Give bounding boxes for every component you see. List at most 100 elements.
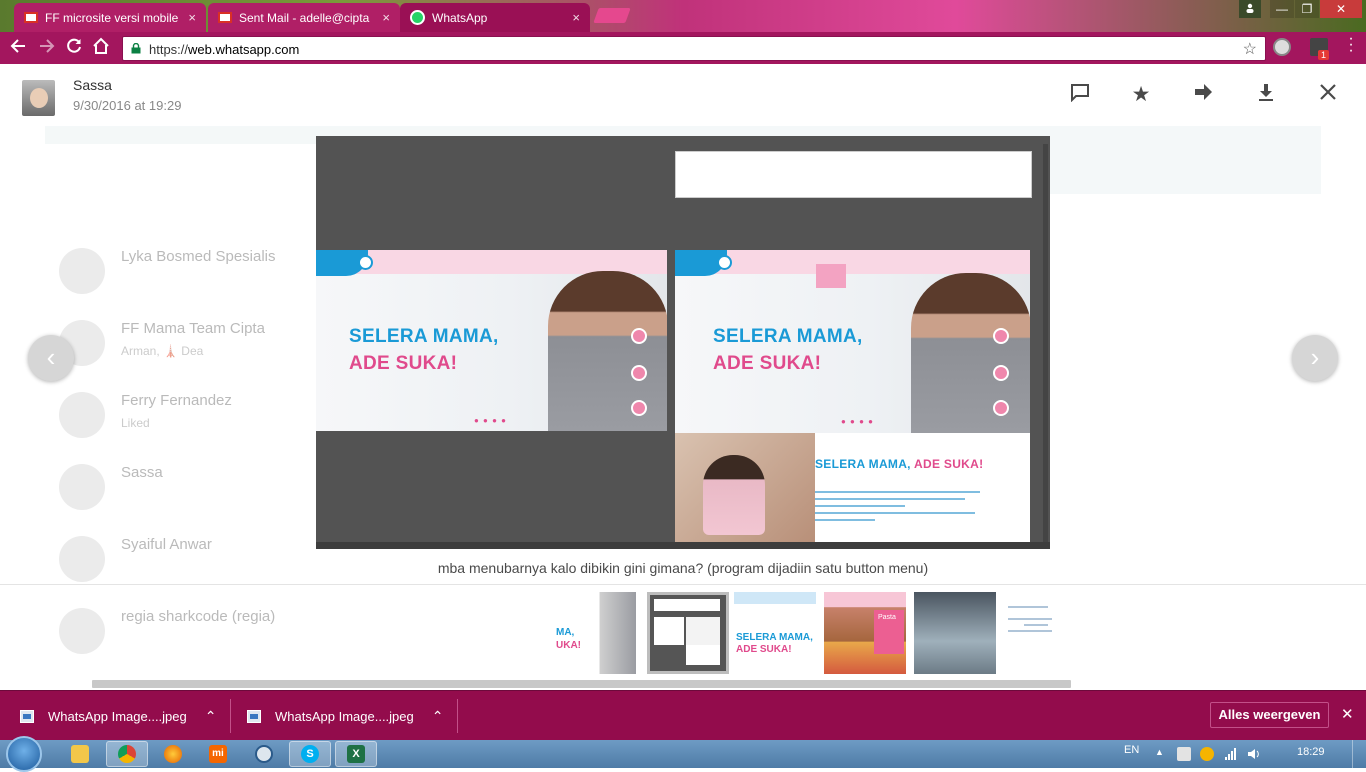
chrome-icon[interactable] (106, 741, 148, 767)
home-icon[interactable] (90, 37, 112, 59)
url-text: https://web.whatsapp.com (149, 42, 299, 57)
address-bar[interactable]: https://web.whatsapp.com ☆ (122, 36, 1266, 61)
firefox-icon[interactable] (152, 741, 194, 767)
avatar (59, 392, 105, 438)
url-host: web.whatsapp.com (188, 42, 300, 57)
download-filename: WhatsApp Image....jpeg (275, 708, 414, 724)
media-thumbnail[interactable] (914, 592, 996, 674)
media-thumbnail[interactable] (1004, 592, 1086, 674)
headline-line2: ADE SUKA! (349, 353, 458, 374)
tab-ff-microsite[interactable]: FF microsite versi mobile × (14, 3, 206, 32)
headline-line1: SELERA MAMA, (349, 326, 499, 347)
avatar[interactable] (22, 80, 55, 116)
tab-title: WhatsApp (432, 10, 488, 25)
tab-close-icon[interactable]: × (572, 10, 580, 25)
whatsapp-icon (410, 10, 425, 25)
sender-name: Sassa (73, 77, 112, 93)
skype-icon[interactable]: S (289, 741, 331, 767)
minimize-button[interactable]: — (1270, 0, 1294, 18)
browser-toolbar: https://web.whatsapp.com ☆ (0, 32, 1366, 64)
bookmark-star-icon[interactable]: ☆ (1243, 39, 1257, 59)
downloads-bar: WhatsApp Image....jpeg ⌃ WhatsApp Image.… (0, 690, 1366, 740)
tab-title: FF microsite versi mobile (45, 10, 179, 25)
excel-icon[interactable]: X (335, 741, 377, 767)
chevron-up-icon[interactable]: ⌃ (432, 708, 444, 725)
comment-icon[interactable] (1067, 82, 1093, 108)
close-downloads-icon[interactable]: ✕ (1341, 705, 1354, 723)
chat-snippet: Arman, 🗼 Dea (121, 344, 204, 358)
background-chat-row: regia sharkcode (regia) (59, 594, 419, 664)
action-center-icon[interactable] (1177, 747, 1191, 761)
volume-icon[interactable] (1247, 747, 1261, 761)
tab-sent-mail[interactable]: Sent Mail - adelle@cipta × (208, 3, 400, 32)
system-clock[interactable]: 18:29 (1297, 746, 1325, 758)
download-filename: WhatsApp Image....jpeg (48, 708, 187, 724)
image-file-icon (247, 709, 261, 723)
tab-whatsapp[interactable]: WhatsApp × (400, 3, 590, 32)
editor-status-bar (316, 542, 1050, 549)
tab-close-icon[interactable]: × (188, 10, 196, 25)
language-indicator[interactable]: EN (1124, 744, 1139, 756)
download-icon[interactable] (1253, 82, 1279, 108)
image-file-icon (20, 709, 34, 723)
reload-icon[interactable] (63, 37, 85, 59)
forward-icon[interactable] (1190, 82, 1216, 108)
mi-icon[interactable]: mi (197, 741, 239, 767)
website-mockup: SELERA MAMA, ADE SUKA! ● ● ● ● (675, 250, 1030, 433)
download-item[interactable]: WhatsApp Image....jpeg ⌃ (20, 691, 216, 741)
chat-name: Lyka Bosmed Spesialis (121, 248, 276, 265)
browser-menu-icon[interactable]: · · · (1346, 31, 1356, 59)
forward-nav-icon[interactable] (36, 37, 58, 59)
lock-icon (131, 43, 141, 54)
download-item[interactable]: WhatsApp Image....jpeg ⌃ (247, 691, 443, 741)
canvas-scrollbar (1043, 144, 1048, 544)
maximize-button[interactable]: ❐ (1295, 0, 1319, 18)
thumbnail-scrollbar[interactable] (92, 680, 1071, 688)
profile-icon[interactable] (1239, 0, 1261, 18)
slider-dots: ● ● ● ● (474, 416, 507, 425)
media-image[interactable]: SELERA MAMA, ADE SUKA! ● ● ● ● SELERA MAM… (316, 136, 1050, 549)
headline-line1: SELERA MAMA, (713, 326, 863, 347)
signal-icon[interactable] (1224, 747, 1238, 761)
divider (230, 699, 231, 733)
divider (457, 699, 458, 733)
media-thumbnail[interactable]: SELERA MAMA, ADE SUKA! (734, 592, 816, 674)
file-explorer-icon[interactable] (59, 741, 101, 767)
media-caption: mba menubarnya kalo dibikin gini gimana?… (437, 560, 929, 576)
tray-app-icon[interactable] (1200, 747, 1214, 761)
chat-name: Ferry Fernandez (121, 392, 232, 409)
show-all-downloads-button[interactable]: Alles weergeven (1210, 702, 1329, 728)
windows-taskbar: mi S X EN ▲ 18:29 (0, 736, 1366, 772)
media-thumbnail[interactable]: MA, UKA! (554, 592, 636, 674)
chat-name: Sassa (121, 464, 163, 481)
back-icon[interactable] (7, 37, 29, 59)
tab-title: Sent Mail - adelle@cipta (239, 10, 370, 25)
new-tab-button[interactable] (593, 8, 631, 23)
slider-dots: ● ● ● ● (841, 417, 874, 426)
tray-expand-icon[interactable]: ▲ (1155, 747, 1164, 757)
previous-media-button[interactable]: ‹ (28, 335, 74, 381)
website-mockup: SELERA MAMA, ADE SUKA! ● ● ● ● (316, 250, 667, 431)
show-desktop-button[interactable] (1352, 740, 1366, 768)
tab-close-icon[interactable]: × (382, 10, 390, 25)
gmail-icon (218, 12, 232, 23)
media-thumbnail[interactable]: Pasta (824, 592, 906, 674)
avatar (59, 248, 105, 294)
gmail-icon (24, 12, 38, 23)
network-icon[interactable] (243, 741, 285, 767)
message-timestamp: 9/30/2016 at 19:29 (73, 98, 182, 113)
chevron-up-icon[interactable]: ⌃ (205, 708, 217, 725)
media-thumbnail-selected[interactable] (647, 592, 729, 674)
close-icon[interactable] (1315, 82, 1341, 108)
next-media-button[interactable]: › (1292, 335, 1338, 381)
window-close-button[interactable]: ✕ (1320, 0, 1362, 18)
thumbnail-divider (0, 584, 1366, 585)
website-mockup-section: SELERA MAMA, ADE SUKA! (675, 433, 1030, 545)
avatar (59, 464, 105, 510)
star-icon[interactable]: ★ (1128, 82, 1154, 108)
chat-snippet: Liked (121, 416, 150, 430)
extension-icon[interactable] (1273, 38, 1291, 56)
start-button[interactable] (6, 736, 42, 772)
url-scheme: https:// (149, 42, 189, 57)
extension-badge: 1 (1318, 50, 1330, 60)
